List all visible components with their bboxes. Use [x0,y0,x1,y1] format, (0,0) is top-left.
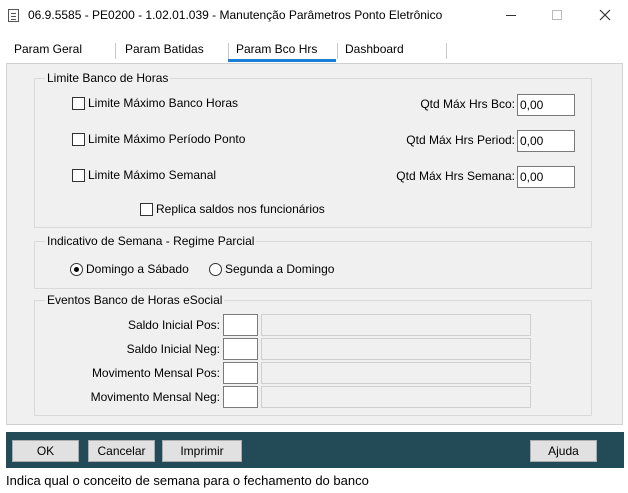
checkbox-label: Limite Máximo Período Ponto [88,132,246,146]
saldo-inicial-neg-code-input[interactable] [223,338,258,360]
radio-domingo-sabado[interactable]: Domingo a Sábado [70,262,189,276]
tab-separator [446,43,447,59]
label-movimento-mensal-neg: Movimento Mensal Neg: [90,390,220,404]
qtd-max-hrs-semana-input[interactable]: 0,00 [517,166,575,188]
maximize-icon [552,10,562,20]
checkbox-label: Replica saldos nos funcionários [156,202,325,216]
minimize-icon [506,14,516,16]
label-movimento-mensal-pos: Movimento Mensal Pos: [91,366,220,380]
group-title: Limite Banco de Horas [45,71,171,85]
checkbox-box[interactable] [72,168,85,182]
cancel-button[interactable]: Cancelar [88,440,155,462]
close-button[interactable] [582,0,628,30]
window-title: 06.9.5585 - PE0200 - 1.02.01.039 - Manut… [28,8,443,22]
checkbox-replica-saldos[interactable]: Replica saldos nos funcionários [140,202,325,216]
help-button[interactable]: Ajuda [530,440,597,462]
active-tab-indicator [228,59,336,62]
radio-label: Segunda a Domingo [225,262,335,276]
status-bar: Indica qual o conceito de semana para o … [6,473,369,488]
label-saldo-inicial-pos: Saldo Inicial Pos: [127,318,220,332]
saldo-inicial-pos-desc-field [261,314,531,336]
label-qtd-max-hrs-bco: Qtd Máx Hrs Bco: [420,97,515,111]
group-title: Eventos Banco de Horas eSocial [45,293,225,307]
button-bar: OK Cancelar Imprimir Ajuda [6,432,624,468]
tab-param-batidas[interactable]: Param Batidas [125,40,204,63]
checkbox-box[interactable] [72,132,85,146]
tab-dashboard[interactable]: Dashboard [345,40,404,63]
checkbox-box[interactable] [140,202,153,216]
minimize-button[interactable] [488,0,534,30]
radio-dot[interactable] [70,262,83,276]
maximize-button[interactable] [534,0,580,30]
movimento-mensal-pos-desc-field [261,362,531,384]
movimento-mensal-neg-code-input[interactable] [223,386,258,408]
label-qtd-max-hrs-period: Qtd Máx Hrs Period: [406,133,515,147]
group-indicativo-semana: Indicativo de Semana - Regime Parcial Do… [34,234,592,289]
saldo-inicial-pos-code-input[interactable] [223,314,258,336]
tab-strip: Param Geral Param Batidas Param Bco Hrs … [0,40,628,63]
tab-panel: Limite Banco de Horas Limite Máximo Banc… [6,63,623,425]
checkbox-limite-max-periodo[interactable]: Limite Máximo Período Ponto [72,132,245,146]
label-qtd-max-hrs-semana: Qtd Máx Hrs Semana: [396,169,515,183]
group-eventos-esocial: Eventos Banco de Horas eSocial Saldo Ini… [34,293,592,416]
close-icon [599,9,611,21]
qtd-max-hrs-bco-input[interactable]: 0,00 [517,94,575,116]
print-button[interactable]: Imprimir [162,440,242,462]
checkbox-limite-max-banco[interactable]: Limite Máximo Banco Horas [72,96,238,110]
group-limite-banco: Limite Banco de Horas Limite Máximo Banc… [34,71,592,228]
ok-button[interactable]: OK [12,440,79,462]
movimento-mensal-pos-code-input[interactable] [223,362,258,384]
label-saldo-inicial-neg: Saldo Inicial Neg: [126,342,220,356]
app-window-icon [8,9,19,22]
checkbox-limite-max-semanal[interactable]: Limite Máximo Semanal [72,168,216,182]
checkbox-label: Limite Máximo Banco Horas [88,96,239,110]
saldo-inicial-neg-desc-field [261,338,531,360]
group-title: Indicativo de Semana - Regime Parcial [45,234,257,248]
title-bar: 06.9.5585 - PE0200 - 1.02.01.039 - Manut… [0,0,628,30]
tab-param-geral[interactable]: Param Geral [14,40,82,63]
radio-label: Domingo a Sábado [86,262,189,276]
tab-separator [115,43,116,59]
checkbox-label: Limite Máximo Semanal [88,168,217,182]
tab-separator [228,43,229,59]
tab-separator [337,43,338,59]
movimento-mensal-neg-desc-field [261,386,531,408]
checkbox-box[interactable] [72,96,85,110]
qtd-max-hrs-period-input[interactable]: 0,00 [517,130,575,152]
radio-segunda-domingo[interactable]: Segunda a Domingo [209,262,334,276]
radio-dot[interactable] [209,262,222,276]
